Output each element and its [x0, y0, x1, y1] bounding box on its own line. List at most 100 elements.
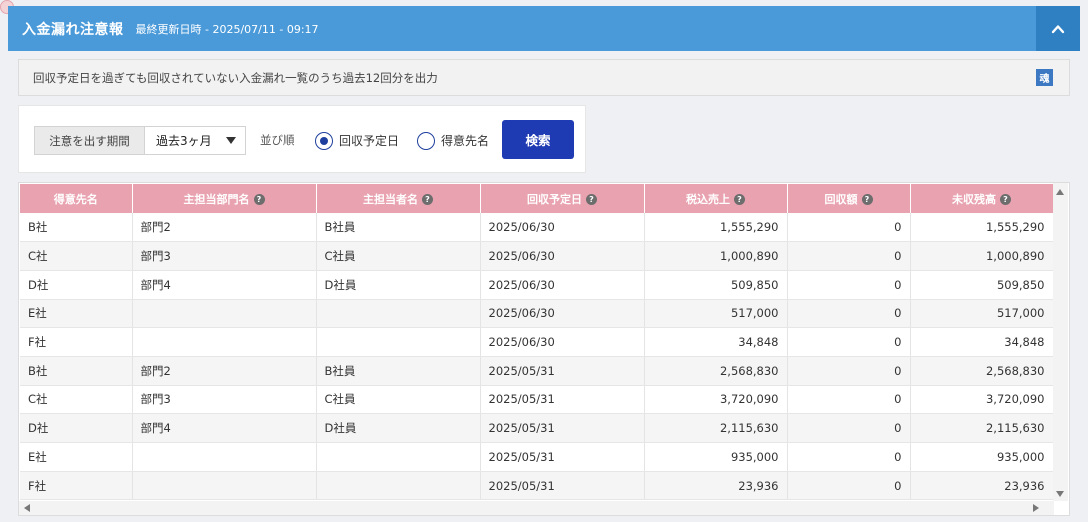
table-cell: 2025/05/31 [480, 471, 645, 501]
table-cell: B社 [20, 213, 133, 243]
table-row[interactable]: D社 部門4 D社員 2025/05/31 2,115,630 0 2,115,630 [20, 413, 1054, 443]
table-row[interactable]: E社 2025/06/30 517,000 0 517,000 [20, 299, 1054, 329]
table-cell: 1,555,290 [910, 213, 1054, 243]
table-cell: 部門2 [132, 213, 317, 243]
table-cell: B社員 [316, 213, 481, 243]
table-cell: D社 [20, 270, 133, 300]
column-header[interactable]: 得意先名 [20, 184, 133, 213]
table-cell: 1,555,290 [644, 213, 788, 243]
help-icon[interactable]: ? [253, 194, 265, 205]
table-cell: F社 [20, 327, 133, 357]
table-cell: D社員 [316, 413, 481, 443]
help-icon[interactable]: ? [586, 194, 597, 205]
scroll-left-icon[interactable] [24, 504, 30, 512]
scroll-right-icon[interactable] [1033, 504, 1039, 512]
table-cell: 部門4 [132, 270, 317, 300]
column-header[interactable]: 未収残高? [910, 184, 1054, 213]
column-header[interactable]: 主担当者名? [316, 184, 481, 213]
table-cell: 23,936 [910, 471, 1054, 501]
table-cell: 1,000,890 [644, 241, 788, 271]
table-row[interactable]: F社 2025/05/31 23,936 0 23,936 [20, 471, 1054, 501]
kanji-icon[interactable]: 魂 [1036, 69, 1053, 86]
table-cell: 0 [787, 385, 911, 415]
overdue-table: 得意先名 主担当部門名? 主担当者名? 回収予定日? 税込売上? 回収額? 未収… [20, 184, 1054, 501]
table-cell: 23,936 [644, 471, 788, 501]
table-header-row: 得意先名 主担当部門名? 主担当者名? 回収予定日? 税込売上? 回収額? 未収… [20, 184, 1054, 213]
table-cell: 2025/06/30 [480, 270, 645, 300]
table-row[interactable]: B社 部門2 B社員 2025/05/31 2,568,830 0 2,568,830 [20, 356, 1054, 386]
table-cell: 2025/05/31 [480, 356, 645, 386]
table-cell: 509,850 [910, 270, 1054, 300]
table-cell: B社 [20, 356, 133, 386]
table-cell: 2025/06/30 [480, 241, 645, 271]
column-header[interactable]: 回収予定日? [480, 184, 645, 213]
sort-option-due-date[interactable]: 回収予定日 [339, 132, 399, 149]
table-cell: C社 [20, 385, 133, 415]
table-cell: D社員 [316, 270, 481, 300]
table-cell: C社員 [316, 241, 481, 271]
sort-label: 並び順 [260, 133, 295, 147]
table-cell [132, 471, 317, 501]
table-cell: 34,848 [910, 327, 1054, 357]
table-cell: E社 [20, 299, 133, 329]
chevron-up-icon [1051, 24, 1065, 33]
table-row[interactable]: B社 部門2 B社員 2025/06/30 1,555,290 0 1,555,290 [20, 213, 1054, 243]
table-cell: 部門3 [132, 385, 317, 415]
page: 入金漏れ注意報 最終更新日時 - 2025/07/11 - 09:17 回収予定… [0, 0, 1088, 522]
column-header[interactable]: 主担当部門名? [132, 184, 317, 213]
table-cell: 2025/05/31 [480, 385, 645, 415]
table-cell: 部門3 [132, 241, 317, 271]
collapse-button[interactable] [1036, 6, 1080, 51]
table-cell: 935,000 [910, 442, 1054, 472]
table-cell: 2,115,630 [644, 413, 788, 443]
period-label: 注意を出す期間 [34, 126, 145, 155]
table-cell: B社員 [316, 356, 481, 386]
table-cell: 2025/06/30 [480, 213, 645, 243]
table-cell: 2,568,830 [644, 356, 788, 386]
sort-radio-due-date[interactable] [315, 132, 333, 150]
table-cell: 3,720,090 [910, 385, 1054, 415]
table-cell: 2025/06/30 [480, 327, 645, 357]
column-header[interactable]: 回収額? [787, 184, 911, 213]
table-cell: 部門4 [132, 413, 317, 443]
vertical-scrollbar[interactable] [1053, 183, 1068, 501]
table-cell [132, 327, 317, 357]
last-updated: 最終更新日時 - 2025/07/11 - 09:17 [135, 22, 319, 36]
scroll-up-icon[interactable] [1056, 189, 1064, 195]
table-row[interactable]: C社 部門3 C社員 2025/06/30 1,000,890 0 1,000,890 [20, 241, 1054, 271]
help-icon[interactable]: ? [422, 194, 433, 205]
table-cell: 517,000 [910, 299, 1054, 329]
table-cell [316, 442, 481, 472]
table-cell: 0 [787, 213, 911, 243]
sort-option-customer[interactable]: 得意先名 [441, 132, 489, 149]
table-cell: 2025/06/30 [480, 299, 645, 329]
table-cell: 517,000 [644, 299, 788, 329]
table-cell: 0 [787, 442, 911, 472]
table-cell: 2025/05/31 [480, 442, 645, 472]
table-cell: 1,000,890 [910, 241, 1054, 271]
table-cell [316, 327, 481, 357]
help-icon[interactable]: ? [861, 194, 873, 205]
search-button[interactable]: 検索 [502, 120, 574, 159]
table-cell: 34,848 [644, 327, 788, 357]
table-cell [132, 442, 317, 472]
table-cell [132, 299, 317, 329]
table-row[interactable]: F社 2025/06/30 34,848 0 34,848 [20, 327, 1054, 357]
column-header[interactable]: 税込売上? [644, 184, 788, 213]
table-row[interactable]: E社 2025/05/31 935,000 0 935,000 [20, 442, 1054, 472]
period-value: 過去3ヶ月 [156, 134, 212, 148]
table-row[interactable]: D社 部門4 D社員 2025/06/30 509,850 0 509,850 [20, 270, 1054, 300]
horizontal-scrollbar[interactable] [19, 501, 1054, 515]
table-cell: 2,568,830 [910, 356, 1054, 386]
help-icon[interactable]: ? [1000, 194, 1011, 205]
table-cell [316, 299, 481, 329]
sort-radio-customer[interactable] [417, 132, 435, 150]
data-table-container: 得意先名 主担当部門名? 主担当者名? 回収予定日? 税込売上? 回収額? 未収… [18, 182, 1070, 516]
scroll-down-icon[interactable] [1056, 491, 1064, 497]
table-row[interactable]: C社 部門3 C社員 2025/05/31 3,720,090 0 3,720,090 [20, 385, 1054, 415]
help-icon[interactable]: ? [734, 194, 745, 205]
period-select[interactable]: 過去3ヶ月 [145, 126, 246, 155]
table-cell: C社員 [316, 385, 481, 415]
table-cell: 部門2 [132, 356, 317, 386]
table-cell: 0 [787, 299, 911, 329]
